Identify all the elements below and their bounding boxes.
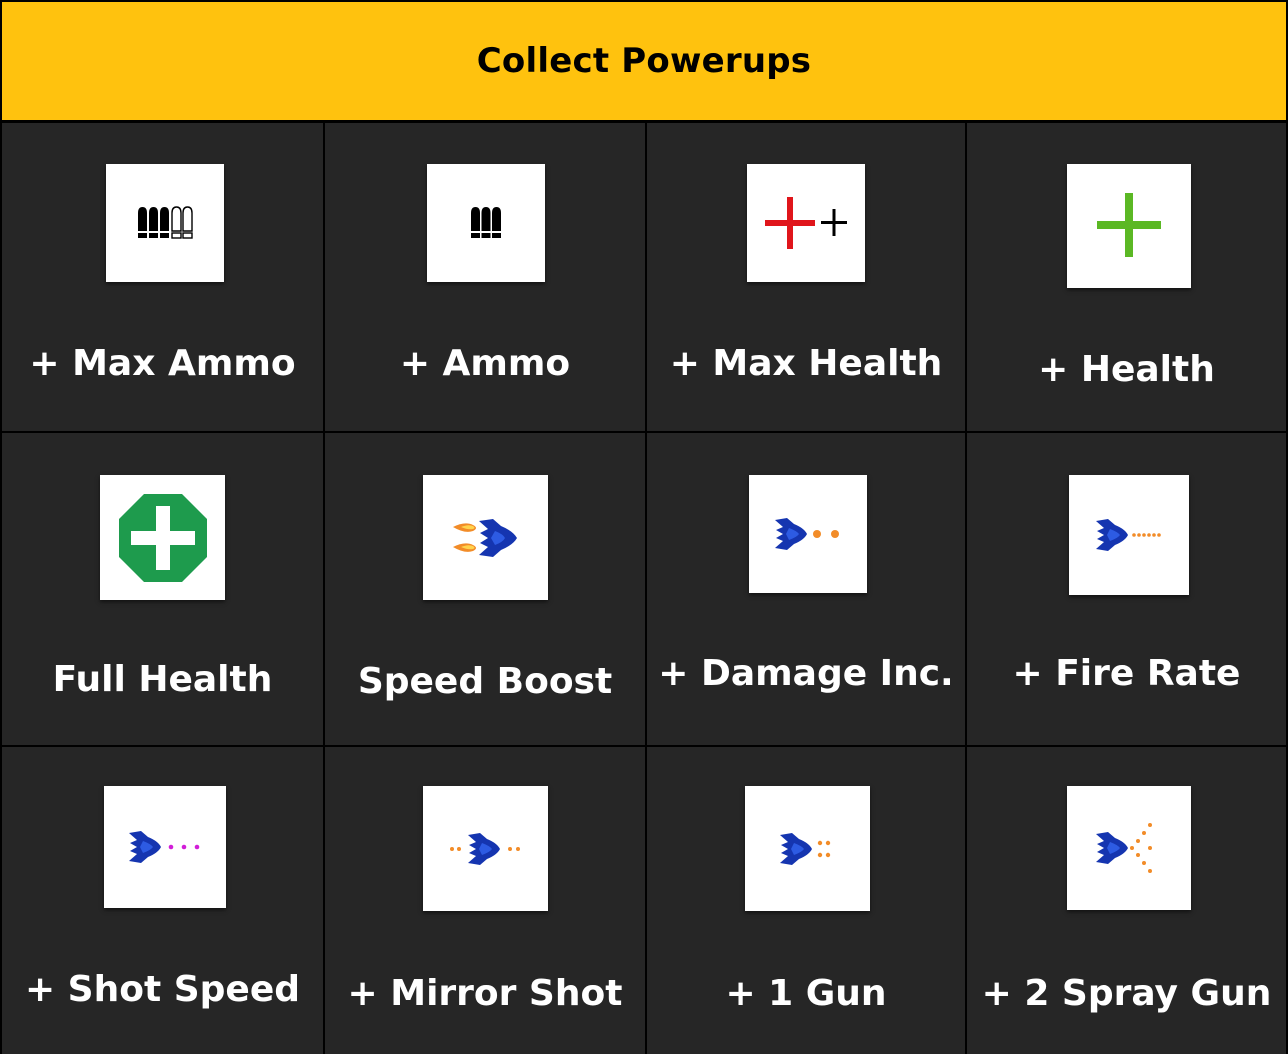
powerup-cell-mirror-shot: + Mirror Shot: [325, 747, 645, 1054]
damage-increase-icon: [749, 475, 867, 593]
grid-divider: [645, 123, 647, 1054]
powerup-label: Full Health: [52, 659, 273, 700]
powerup-cell-max-health: + Max Health: [647, 123, 965, 431]
grid-divider: [2, 745, 1286, 747]
powerup-label: + Ammo: [399, 343, 571, 384]
powerup-label: + Max Ammo: [29, 343, 296, 384]
one-gun-icon: [745, 786, 870, 911]
powerup-label: + 1 Gun: [725, 973, 887, 1014]
max-health-icon: [747, 164, 865, 282]
powerup-label: Speed Boost: [357, 661, 613, 702]
full-health-icon: [100, 475, 225, 600]
table-header: Collect Powerups: [2, 2, 1286, 123]
powerup-cell-speed-boost: Speed Boost: [325, 433, 645, 745]
powerup-cell-full-health: Full Health: [2, 433, 323, 745]
powerup-cell-shot-speed: + Shot Speed: [2, 747, 323, 1054]
powerup-label: + Shot Speed: [24, 969, 301, 1010]
grid-divider: [323, 123, 325, 1054]
fire-rate-icon: [1069, 475, 1189, 595]
page-title: Collect Powerups: [476, 41, 812, 81]
max-ammo-icon: [106, 164, 224, 282]
powerups-table: Collect Powerups + Max Ammo + Ammo + Max…: [0, 0, 1288, 1054]
powerup-cell-one-gun: + 1 Gun: [647, 747, 965, 1054]
powerup-label: + Damage Inc.: [658, 653, 954, 694]
powerup-cell-fire-rate: + Fire Rate: [967, 433, 1286, 745]
ammo-icon: [427, 164, 545, 282]
grid-divider: [2, 431, 1286, 433]
powerup-label: + Mirror Shot: [347, 973, 623, 1014]
powerup-cell-ammo: + Ammo: [325, 123, 645, 431]
powerup-cell-damage-increase: + Damage Inc.: [647, 433, 965, 745]
shot-speed-icon: [104, 786, 226, 908]
powerup-cell-spray-gun: + 2 Spray Gun: [967, 747, 1286, 1054]
health-icon: [1067, 164, 1191, 288]
grid-divider: [965, 123, 967, 1054]
powerup-label: + 2 Spray Gun: [981, 973, 1272, 1014]
powerup-cell-max-ammo: + Max Ammo: [2, 123, 323, 431]
mirror-shot-icon: [423, 786, 548, 911]
powerup-label: + Max Health: [669, 343, 943, 384]
powerup-label: + Health: [1038, 349, 1215, 390]
powerup-cell-health: + Health: [967, 123, 1286, 431]
powerup-label: + Fire Rate: [1012, 653, 1241, 694]
spray-gun-icon: [1067, 786, 1191, 910]
speed-boost-icon: [423, 475, 548, 600]
